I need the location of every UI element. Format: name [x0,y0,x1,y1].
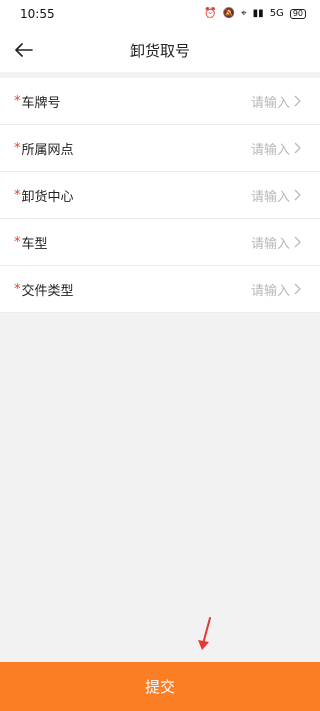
field-label: 所属网点 [21,142,74,158]
form-row-vehicle-type[interactable]: * 车型 请输入 [0,219,320,266]
field-label: 交件类型 [21,283,74,299]
alarm-icon: ⏰ [204,8,217,19]
chevron-right-icon [294,236,301,248]
field-label: 车牌号 [21,95,61,111]
field-placeholder: 请输入 [250,283,290,299]
form-row-unload-center[interactable]: * 卸货中心 请输入 [0,172,320,219]
field-placeholder: 请输入 [250,236,290,252]
status-icons: ⏰ 🔕 ⌖ ▮▮ 5G 90 [204,9,306,19]
required-mark: * [14,140,21,156]
required-mark: * [14,187,21,203]
field-label: 卸货中心 [21,189,74,205]
chevron-right-icon [294,142,301,154]
required-mark: * [14,234,21,250]
required-mark: * [14,281,21,297]
required-mark: * [14,93,21,109]
annotation-arrow-icon [198,617,211,650]
field-placeholder: 请输入 [250,189,290,205]
chevron-right-icon [294,283,301,295]
signal-icon: ▮▮ [252,8,264,19]
battery-icon: 90 [289,9,306,19]
form-list: * 车牌号 请输入 * 所属网点 请输入 * 卸货中心 请输入 * 车型 请输入… [0,78,320,313]
submit-button[interactable]: 提交 [0,662,320,711]
form-row-delivery-type[interactable]: * 交件类型 请输入 [0,266,320,313]
form-row-plate[interactable]: * 车牌号 请输入 [0,78,320,125]
page-title: 卸货取号 [129,41,190,60]
field-label: 车型 [21,236,48,252]
status-bar: 10:55 ⏰ 🔕 ⌖ ▮▮ 5G 90 [0,0,320,28]
chevron-right-icon [294,189,301,201]
app-bar: 卸货取号 [0,28,320,72]
field-placeholder: 请输入 [250,95,290,111]
network-type: 5G [269,8,284,19]
back-arrow-icon [15,43,33,57]
status-time: 10:55 [20,7,55,21]
location-icon: ⌖ [241,8,247,19]
mute-icon: 🔕 [222,8,236,19]
form-row-branch[interactable]: * 所属网点 请输入 [0,125,320,172]
battery-level: 90 [292,9,303,18]
chevron-right-icon [294,95,301,107]
field-placeholder: 请输入 [250,142,290,158]
back-button[interactable] [12,38,36,62]
